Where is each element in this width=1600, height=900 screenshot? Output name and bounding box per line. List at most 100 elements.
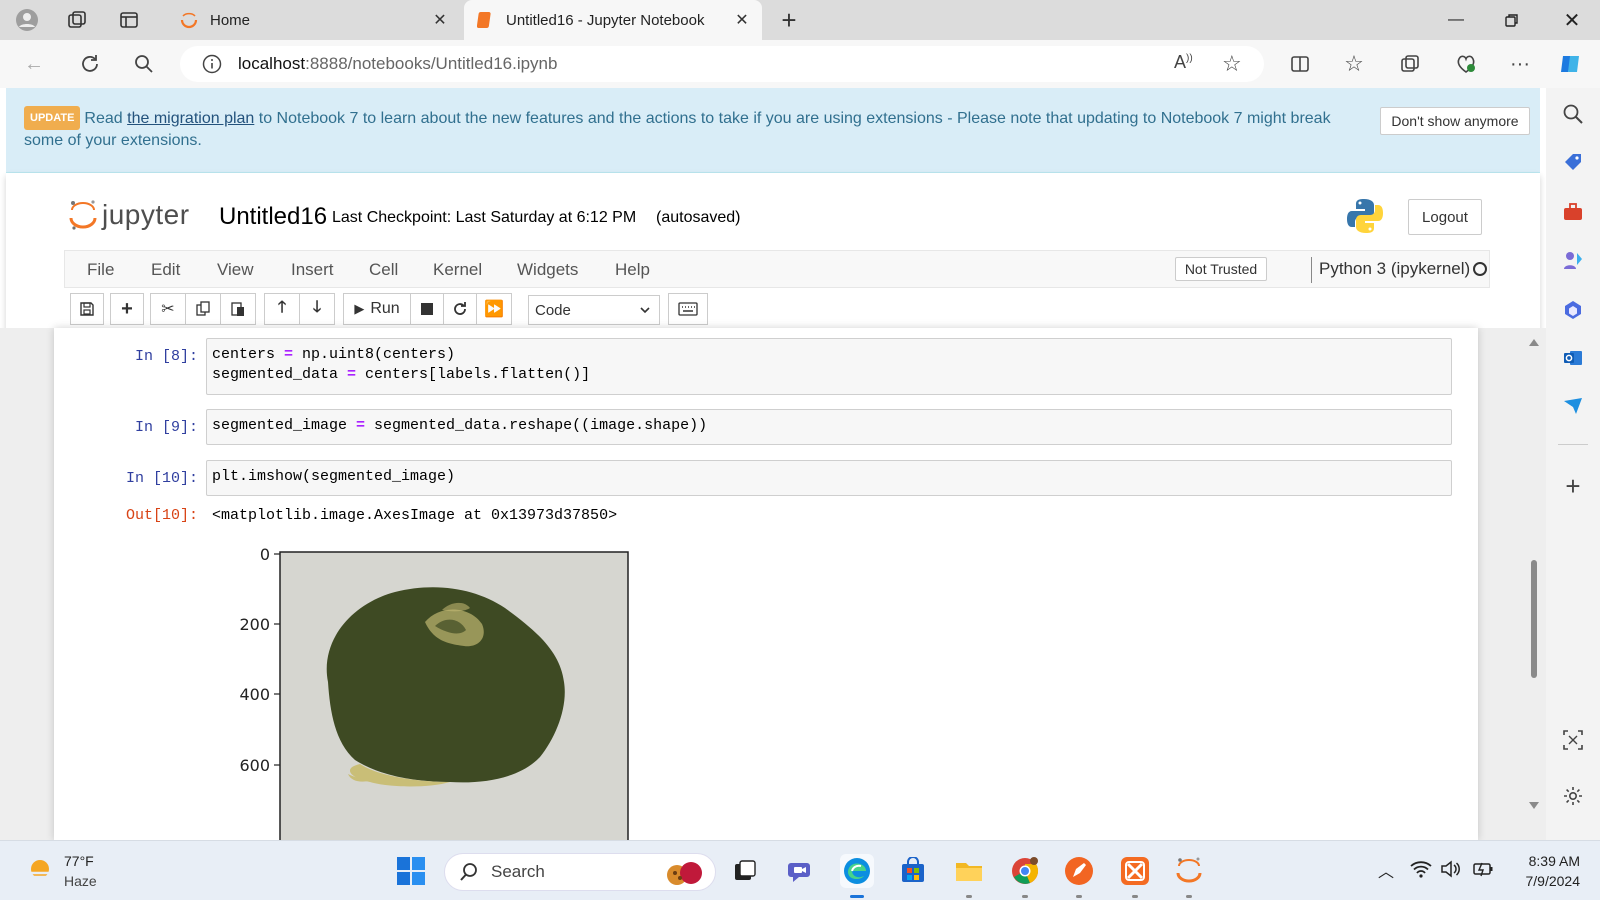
xampp-icon[interactable]	[1118, 854, 1152, 888]
file-explorer-icon[interactable]	[952, 854, 986, 888]
sidebar-search-icon[interactable]	[1559, 100, 1587, 128]
favorite-star-icon[interactable]: ☆	[1222, 51, 1242, 77]
browser-essentials-icon[interactable]	[1452, 50, 1480, 78]
copilot-icon[interactable]	[1556, 50, 1584, 78]
chrome-icon[interactable]	[1008, 854, 1042, 888]
kernel-name: Python 3 (ipykernel)	[1319, 259, 1471, 278]
tab-home[interactable]: Home ✕	[168, 0, 460, 40]
code-cell[interactable]: centers = np.uint8(centers) segmented_da…	[206, 338, 1452, 395]
favorites-icon[interactable]: ☆	[1340, 50, 1368, 78]
close-tab-icon[interactable]: ✕	[428, 10, 452, 30]
notebook-title[interactable]: Untitled16	[219, 203, 327, 231]
clock-time[interactable]: 8:39 AM	[1508, 853, 1580, 869]
sidebar-shopping-icon[interactable]	[1559, 148, 1587, 176]
scroll-thumb[interactable]	[1531, 560, 1537, 678]
save-button[interactable]	[70, 293, 104, 325]
sidebar-screenshot-icon[interactable]	[1559, 726, 1587, 754]
show-hidden-icons-icon[interactable]: ︿	[1378, 858, 1394, 882]
interrupt-button[interactable]	[410, 293, 444, 325]
insert-cell-button[interactable]: +	[110, 293, 144, 325]
profile-icon[interactable]	[14, 7, 40, 33]
dont-show-anymore-button[interactable]: Don't show anymore	[1380, 107, 1530, 135]
edge-taskbar-icon[interactable]	[840, 854, 874, 888]
menu-insert[interactable]: Insert	[291, 260, 334, 280]
taskbar-search[interactable]: Search	[444, 853, 716, 891]
fast-forward-icon: ⏩	[484, 301, 504, 318]
sidebar-settings-icon[interactable]	[1559, 782, 1587, 810]
weather-haze-icon[interactable]	[24, 855, 56, 892]
search-icon[interactable]	[130, 50, 158, 78]
refresh-icon[interactable]	[76, 50, 104, 78]
menu-view[interactable]: View	[217, 260, 254, 280]
sidebar-outlook-icon[interactable]	[1559, 344, 1587, 372]
split-screen-icon[interactable]	[1286, 50, 1314, 78]
not-trusted-indicator[interactable]: Not Trusted	[1175, 257, 1267, 281]
code-cell[interactable]: plt.imshow(segmented_image)	[206, 460, 1452, 496]
close-tab-icon[interactable]: ✕	[730, 10, 754, 30]
more-options-icon[interactable]: ···	[1506, 50, 1534, 78]
migration-plan-link[interactable]: the migration plan	[127, 110, 254, 127]
menu-kernel[interactable]: Kernel	[433, 260, 482, 280]
move-up-button[interactable]: 🡑	[264, 293, 300, 325]
weather-temperature[interactable]: 77°F	[64, 853, 94, 869]
sidebar-send-icon[interactable]	[1559, 392, 1587, 420]
command-palette-button[interactable]	[668, 293, 708, 325]
paste-icon	[231, 302, 244, 316]
task-view-icon[interactable]	[728, 854, 762, 888]
sidebar-games-icon[interactable]	[1559, 246, 1587, 274]
weather-condition[interactable]: Haze	[64, 873, 97, 889]
wifi-icon[interactable]	[1410, 859, 1432, 884]
jupyter-taskbar-icon[interactable]	[1172, 854, 1206, 888]
cell-type-select[interactable]: Code	[528, 295, 660, 325]
menu-cell[interactable]: Cell	[369, 260, 398, 280]
code-operator: =	[347, 366, 357, 383]
restart-kernel-button[interactable]	[443, 293, 477, 325]
copy-button[interactable]	[185, 293, 221, 325]
tab-title: Untitled16 - Jupyter Notebook	[506, 11, 705, 29]
new-tab-icon[interactable]: +	[776, 5, 802, 35]
read-aloud-icon[interactable]: A))	[1174, 52, 1193, 73]
battery-charging-icon[interactable]	[1472, 859, 1494, 884]
logout-button[interactable]: Logout	[1408, 199, 1482, 235]
minimize-icon[interactable]: —	[1428, 0, 1484, 40]
cut-button[interactable]: ✂	[150, 293, 186, 325]
arrow-down-icon: 🡓	[312, 298, 322, 316]
menu-file[interactable]: File	[87, 260, 114, 280]
running-app-indicator	[966, 895, 972, 898]
run-button[interactable]: ▶ Run	[343, 293, 411, 325]
running-app-indicator	[1132, 895, 1138, 898]
pen-app-icon[interactable]	[1062, 854, 1096, 888]
workspaces-icon[interactable]	[64, 7, 90, 33]
site-info-icon[interactable]	[200, 52, 224, 76]
move-down-button[interactable]: 🡓	[299, 293, 335, 325]
restart-run-all-button[interactable]: ⏩	[476, 293, 512, 325]
code-text: segmented_image	[212, 417, 357, 434]
vertical-tabs-icon[interactable]	[116, 7, 142, 33]
menu-widgets[interactable]: Widgets	[517, 260, 578, 280]
store-icon[interactable]	[896, 854, 930, 888]
sidebar-add-icon[interactable]: +	[1559, 471, 1587, 501]
python-logo-icon	[1346, 197, 1384, 240]
scroll-down-icon[interactable]	[1529, 802, 1539, 809]
teams-chat-icon[interactable]	[784, 854, 818, 888]
banner-message: UPDATE Read the migration plan to Noteboo…	[24, 106, 1344, 152]
collections-icon[interactable]	[1396, 50, 1424, 78]
code-cell[interactable]: segmented_image = segmented_data.reshape…	[206, 409, 1452, 445]
close-window-icon[interactable]: ✕	[1544, 0, 1600, 40]
tab-notebook[interactable]: Untitled16 - Jupyter Notebook ✕	[464, 0, 762, 40]
page-scrollbar[interactable]	[1526, 328, 1542, 840]
start-button[interactable]	[394, 854, 428, 888]
sidebar-microsoft365-icon[interactable]	[1559, 296, 1587, 324]
paste-button[interactable]	[220, 293, 256, 325]
restore-icon[interactable]	[1484, 0, 1540, 40]
scissors-icon: ✂	[161, 301, 175, 318]
back-icon[interactable]: ←	[20, 50, 48, 78]
sidebar-tools-icon[interactable]	[1559, 198, 1587, 226]
clock-date[interactable]: 7/9/2024	[1508, 873, 1581, 889]
volume-icon[interactable]	[1440, 859, 1462, 884]
menu-edit[interactable]: Edit	[151, 260, 180, 280]
jupyter-logo[interactable]: jupyter	[68, 198, 190, 232]
scroll-up-icon[interactable]	[1529, 339, 1539, 346]
menu-help[interactable]: Help	[615, 260, 650, 280]
url-bar[interactable]: localhost:8888/notebooks/Untitled16.ipyn…	[180, 46, 1264, 82]
